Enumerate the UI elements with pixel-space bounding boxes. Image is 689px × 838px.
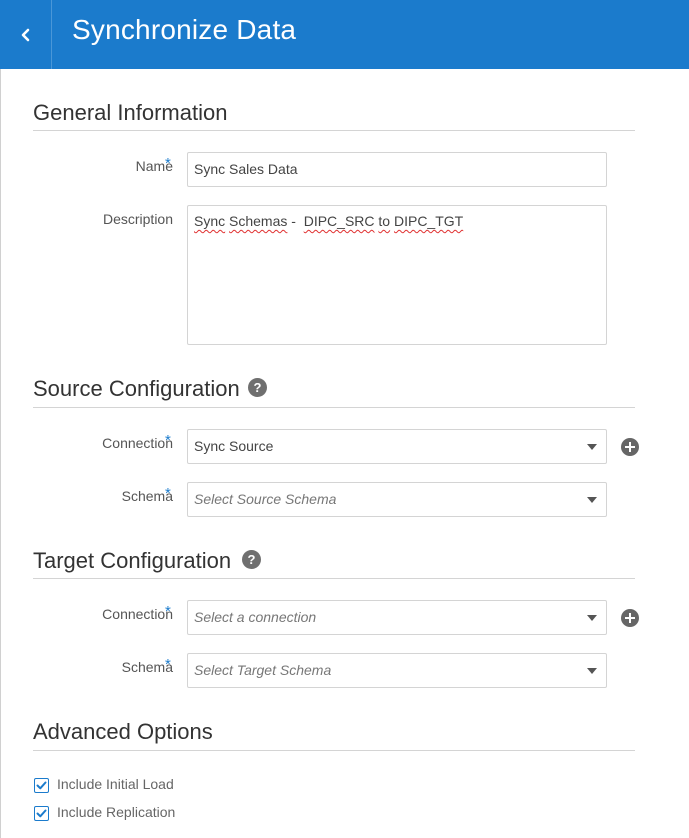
source-connection-value: Sync Source (194, 438, 274, 454)
description-word: DIPC_SRC (303, 213, 375, 229)
section-divider (33, 407, 635, 408)
page-header: Synchronize Data (0, 0, 689, 69)
section-divider (33, 750, 635, 751)
name-field[interactable]: Sync Sales Data (187, 152, 607, 187)
description-field[interactable]: Sync Schemas - DIPC_SRC to DIPC_TGT (187, 205, 607, 345)
check-icon (36, 781, 47, 790)
target-connection-label: Connection (102, 606, 173, 622)
section-divider (33, 130, 635, 131)
help-icon[interactable]: ? (242, 550, 261, 569)
description-word: DIPC_TGT (393, 213, 464, 229)
description-word: Schemas (229, 213, 288, 229)
section-title-advanced: Advanced Options (33, 719, 213, 744)
target-schema-placeholder: Select Target Schema (194, 662, 332, 678)
add-connection-button[interactable] (621, 609, 639, 627)
section-divider (33, 578, 635, 579)
description-label: Description (102, 211, 173, 227)
include-initial-load-checkbox[interactable] (34, 778, 49, 793)
check-icon (36, 809, 47, 818)
required-marker: * (165, 155, 171, 172)
add-connection-button[interactable] (621, 438, 639, 456)
chevron-left-icon (21, 28, 29, 41)
section-title-general: General Information (33, 100, 228, 125)
required-marker: * (165, 656, 171, 673)
source-schema-placeholder: Select Source Schema (194, 491, 337, 507)
include-initial-load-label[interactable]: Include Initial Load (57, 776, 174, 792)
back-button[interactable] (0, 0, 52, 69)
caret-down-icon (587, 615, 597, 621)
caret-down-icon (587, 497, 597, 503)
source-connection-label: Connection (102, 435, 173, 451)
frame-border (0, 69, 1, 838)
target-schema-select[interactable]: Select Target Schema (187, 653, 607, 688)
help-icon[interactable]: ? (248, 378, 267, 397)
target-connection-placeholder: Select a connection (194, 609, 317, 625)
section-title-target: Target Configuration (33, 548, 232, 573)
caret-down-icon (587, 444, 597, 450)
required-marker: * (165, 485, 171, 502)
section-title-source: Source Configuration (33, 376, 240, 401)
source-schema-select[interactable]: Select Source Schema (187, 482, 607, 517)
description-word: Sync (194, 213, 226, 229)
required-marker: * (165, 603, 171, 620)
required-marker: * (165, 432, 171, 449)
include-replication-label[interactable]: Include Replication (57, 804, 175, 820)
page-title: Synchronize Data (72, 14, 297, 45)
description-word: to (378, 213, 391, 229)
description-dash: - (287, 213, 304, 229)
include-replication-checkbox[interactable] (34, 806, 49, 821)
target-connection-select[interactable]: Select a connection (187, 600, 607, 635)
caret-down-icon (587, 668, 597, 674)
source-connection-select[interactable]: Sync Source (187, 429, 607, 464)
